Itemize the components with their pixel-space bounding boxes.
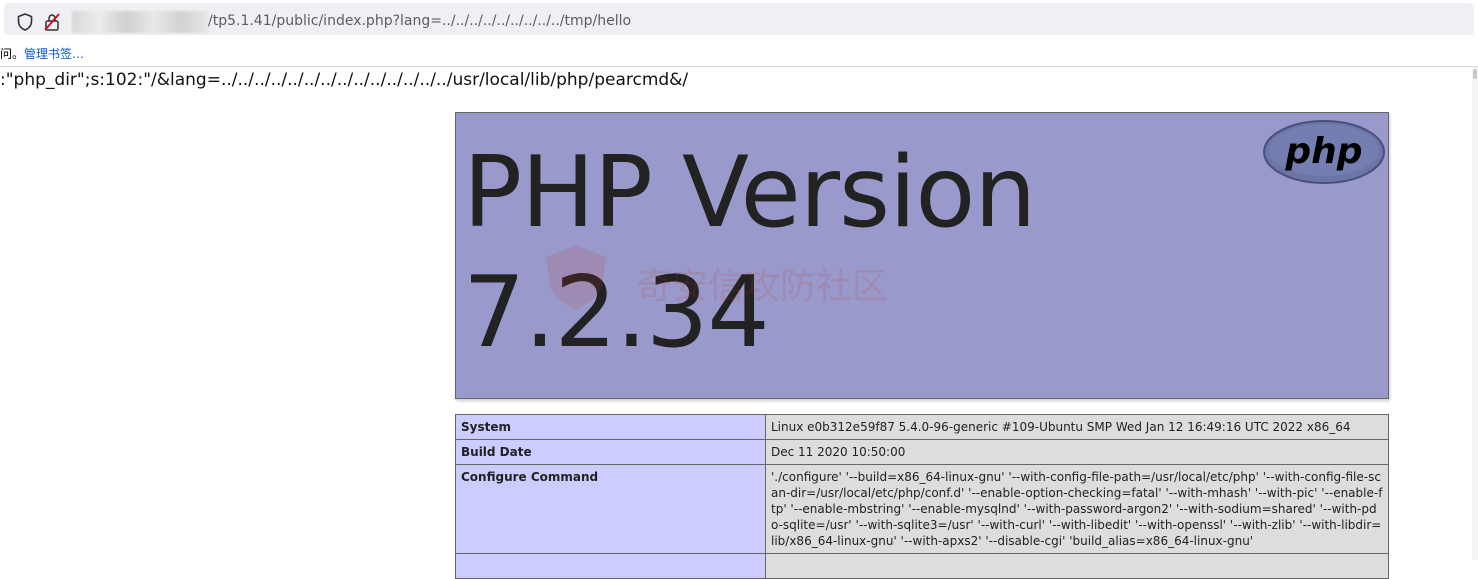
bookmarks-prefix: 问。 [0, 47, 25, 61]
watermark-shield-icon [546, 245, 606, 309]
row-key [455, 553, 766, 579]
php-logo-text: php [1284, 131, 1362, 172]
scrollbar-thumb[interactable] [1473, 69, 1477, 79]
row-value: Linux e0b312e59f87 5.4.0-96-generic #109… [765, 414, 1389, 440]
url-text[interactable]: /tp5.1.41/public/index.php?lang=../../..… [208, 13, 631, 29]
table-row: System Linux e0b312e59f87 5.4.0-96-gener… [455, 414, 1389, 440]
row-key: System [455, 414, 766, 440]
row-value: './configure' '--build=x86_64-linux-gnu'… [765, 464, 1389, 554]
address-bar[interactable]: /tp5.1.41/public/index.php?lang=../../..… [4, 3, 1474, 35]
redacted-host [72, 11, 208, 33]
php-logo-icon: php [1263, 120, 1385, 184]
watermark-text: 奇安信攻防社区 [636, 266, 889, 307]
row-value: Dec 11 2020 10:50:00 [765, 439, 1389, 465]
php-version-label: PHP Version [463, 136, 1036, 250]
table-row: Build Date Dec 11 2020 10:50:00 [455, 439, 1389, 465]
row-value [765, 553, 1389, 579]
table-row [455, 553, 1389, 579]
bookmarks-bar: 问。 管理书签… [0, 38, 1478, 67]
watermark: 奇安信攻防社区 [536, 241, 956, 311]
scrollbar[interactable] [1472, 67, 1478, 560]
tracking-protection-shield-icon[interactable] [17, 13, 33, 31]
phpinfo-table: System Linux e0b312e59f87 5.4.0-96-gener… [455, 414, 1389, 579]
leaked-output-line: :"php_dir";s:102:"/&lang=../../../../../… [0, 70, 689, 90]
manage-bookmarks-link[interactable]: 管理书签… [24, 45, 84, 62]
row-key: Configure Command [455, 464, 766, 554]
table-row: Configure Command './configure' '--build… [455, 464, 1389, 554]
browser-toolbar: /tp5.1.41/public/index.php?lang=../../..… [0, 0, 1478, 38]
insecure-lock-icon[interactable] [44, 13, 60, 31]
row-key: Build Date [455, 439, 766, 465]
phpinfo-header: PHP Version 7.2.34 php 奇安信攻防社区 [455, 112, 1389, 399]
